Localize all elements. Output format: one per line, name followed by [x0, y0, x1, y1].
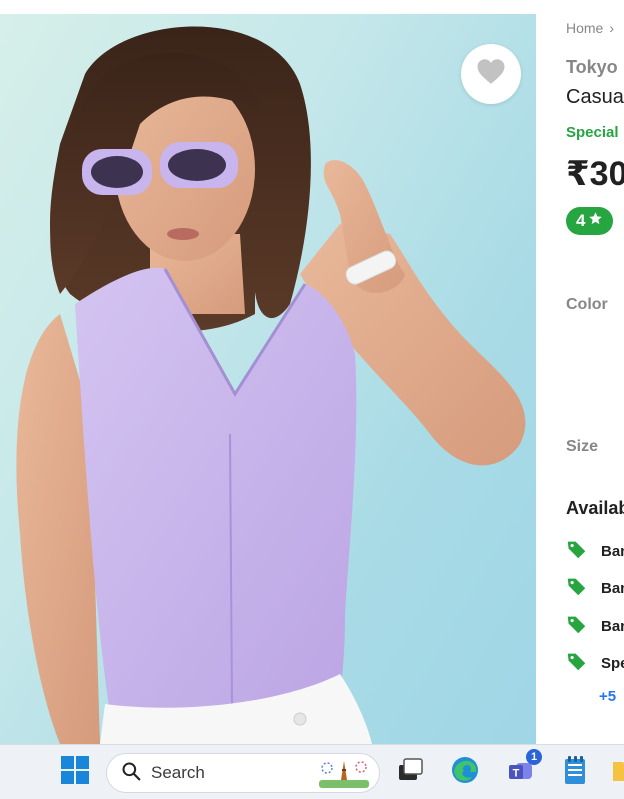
edge-icon — [450, 755, 480, 790]
notepad-button[interactable] — [558, 755, 592, 789]
special-price-label: Special — [566, 124, 619, 141]
tag-icon — [566, 614, 587, 639]
breadcrumb-home[interactable]: Home — [566, 20, 603, 36]
product-details-pane: Home › Tokyo Casua Special ₹30 4 Color S… — [566, 0, 624, 744]
product-title: Casua — [566, 86, 624, 108]
tag-icon — [566, 651, 587, 676]
product-brand[interactable]: Tokyo — [566, 57, 618, 78]
offer-text: Ban — [601, 580, 624, 597]
tag-icon — [566, 539, 587, 564]
search-placeholder: Search — [151, 763, 205, 782]
breadcrumb: Home › — [566, 20, 614, 36]
task-view-button[interactable] — [393, 755, 427, 789]
search-icon — [121, 761, 141, 786]
offer-item[interactable]: Ban — [566, 614, 624, 639]
product-price: ₹30 — [566, 155, 624, 193]
rating-value: 4 — [576, 211, 586, 230]
heart-icon — [476, 58, 506, 90]
task-view-icon — [396, 757, 424, 788]
available-offers-title: Availab — [566, 498, 624, 518]
product-image[interactable] — [0, 14, 536, 744]
offer-text: Ban — [601, 618, 624, 635]
teams-button[interactable]: T 1 — [504, 749, 542, 789]
edge-button[interactable] — [448, 755, 482, 789]
offer-item[interactable]: Spe — [566, 651, 624, 676]
notepad-icon — [563, 755, 587, 790]
product-photo-illustration — [16, 26, 526, 744]
windows-start-icon — [60, 755, 90, 790]
breadcrumb-separator: › — [609, 20, 615, 36]
rating-badge[interactable]: 4 — [566, 207, 614, 235]
teams-notification-badge: 1 — [526, 749, 542, 765]
svg-text:T: T — [513, 767, 520, 779]
search-highlight-icon — [317, 758, 371, 795]
color-label: Color — [566, 296, 608, 313]
size-label: Size — [566, 438, 599, 455]
offer-text: Ban — [601, 543, 624, 560]
file-explorer-icon — [612, 757, 624, 788]
more-offers-link[interactable]: +5 — [599, 688, 616, 705]
taskbar-search[interactable]: Search — [106, 753, 380, 793]
file-explorer-button[interactable] — [612, 755, 624, 789]
start-button[interactable] — [58, 755, 92, 789]
tag-icon — [566, 576, 587, 601]
star-icon — [588, 211, 603, 231]
offer-text: Spe — [601, 655, 624, 672]
windows-taskbar: Search T 1 — [0, 744, 624, 799]
offer-item[interactable]: Ban — [566, 576, 624, 601]
wishlist-button[interactable] — [461, 44, 521, 104]
offer-item[interactable]: Ban — [566, 539, 624, 564]
